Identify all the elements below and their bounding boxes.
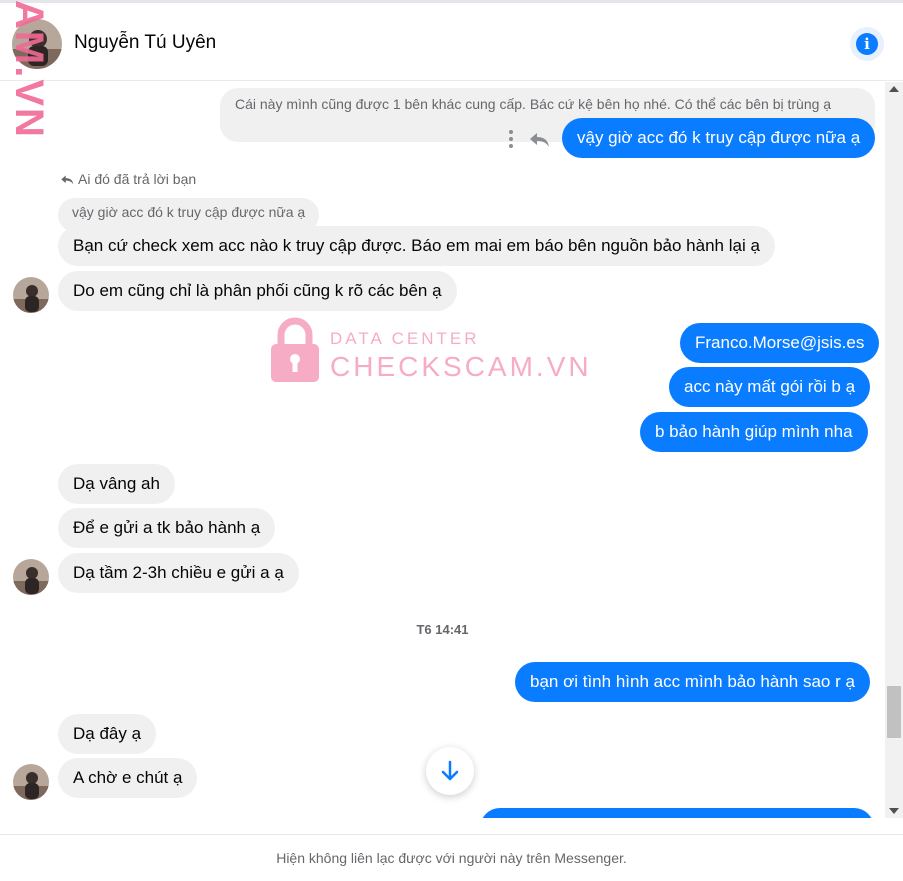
quoted-reply-text: vậy giờ acc đó k truy cập được nữa ạ — [72, 204, 306, 220]
message-bubble-incoming[interactable]: Dạ tầm 2-3h chiều e gửi a ạ — [58, 553, 299, 593]
message-bubble-outgoing[interactable]: vậy giờ acc đó k truy cập được nữa ạ — [562, 118, 876, 158]
contact-name[interactable]: Nguyễn Tú Uyên — [74, 32, 216, 54]
scrollbar-thumb[interactable] — [887, 686, 901, 738]
message-bubble-incoming[interactable]: A chờ e chút ạ — [58, 758, 198, 798]
timestamp-divider: T6 14:41 — [416, 622, 469, 637]
scroll-up-arrow-icon[interactable] — [889, 86, 899, 92]
message-bubble-outgoing[interactable]: acc này mất gói rồi b ạ — [669, 367, 871, 407]
watermark-line1: DATA CENTER — [330, 329, 480, 348]
lock-icon — [271, 317, 319, 382]
reply-indicator-text: Ai đó đã trả lời bạn — [78, 171, 197, 187]
watermark-logo: DATA CENTER CHECKSCAM.VN — [268, 317, 589, 387]
message-bubble-incoming[interactable]: Dạ vâng ah — [58, 464, 175, 504]
info-icon: i — [856, 33, 878, 55]
reply-arrow-icon — [61, 175, 74, 185]
footer-notice: Hiện không liên lạc được với người này t… — [0, 834, 903, 867]
reply-icon[interactable] — [528, 131, 550, 149]
scroll-down-arrow-icon[interactable] — [889, 808, 899, 814]
footer-notice-text: Hiện không liên lạc được với người này t… — [276, 850, 627, 866]
message-bubble-incoming[interactable]: Dạ đây ạ — [58, 714, 157, 754]
message-bubble-outgoing[interactable]: bạn ơi tình hình acc mình bảo hành sao r… — [515, 662, 870, 702]
message-bubble-outgoing-partial[interactable] — [480, 808, 874, 818]
message-bubble-incoming[interactable]: Để e gửi a tk bảo hành ạ — [58, 508, 276, 548]
message-bubble-incoming[interactable]: Bạn cứ check xem acc nào k truy cập được… — [58, 226, 775, 266]
contact-avatar-small[interactable] — [13, 277, 49, 313]
message-bubble-outgoing[interactable]: b bảo hành giúp mình nha — [640, 412, 868, 452]
scroll-to-bottom-button[interactable] — [426, 747, 474, 795]
watermark-side: AM.VN — [7, 0, 51, 139]
arrow-down-icon — [441, 760, 459, 781]
message-bubble-incoming[interactable]: Do em cũng chỉ là phân phối cũng k rõ cá… — [58, 271, 457, 311]
quoted-message-text: Cái này mình cũng được 1 bên khác cung c… — [235, 96, 832, 112]
watermark-line2: CHECKSCAM.VN — [330, 351, 592, 382]
conversation-info-button[interactable]: i — [850, 27, 884, 61]
contact-avatar-small[interactable] — [13, 559, 49, 595]
message-bubble-outgoing[interactable]: Franco.Morse@jsis.es — [680, 323, 880, 363]
more-options-icon[interactable] — [507, 129, 515, 149]
reply-indicator: Ai đó đã trả lời bạn — [60, 171, 196, 187]
chat-header: Nguyễn Tú Uyên i — [0, 3, 903, 81]
message-list[interactable]: Cái này mình cũng được 1 bên khác cung c… — [0, 82, 885, 818]
scrollbar[interactable] — [885, 82, 903, 818]
contact-avatar-small[interactable] — [13, 764, 49, 800]
